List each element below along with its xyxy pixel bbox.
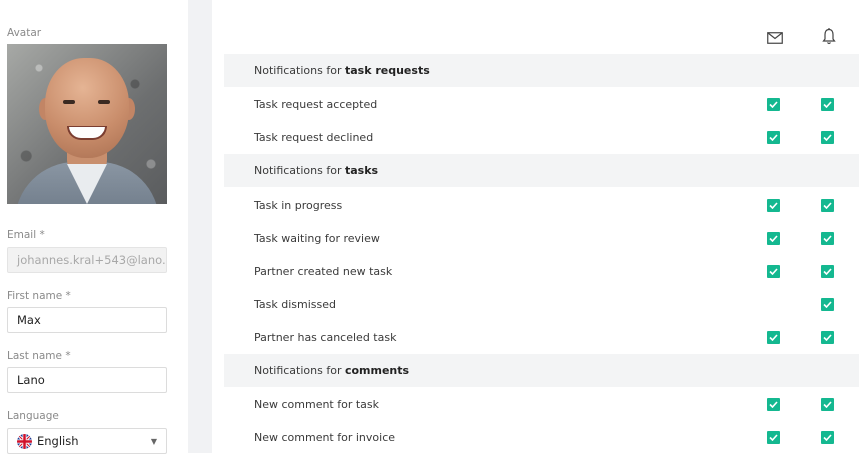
first-name-label: First name *	[7, 290, 71, 302]
email-checkbox[interactable]	[767, 232, 780, 245]
email-checkbox[interactable]	[767, 265, 780, 278]
last-name-field[interactable]: Lano	[7, 367, 167, 393]
notification-label: Task dismissed	[254, 298, 336, 311]
notification-row: Partner has canceled task	[224, 321, 859, 354]
email-label: Email *	[7, 229, 45, 241]
section-title-topic: comments	[344, 364, 410, 377]
push-checkbox[interactable]	[821, 298, 834, 311]
section-title-prefix: Notifications for	[254, 64, 345, 77]
notification-label: Task request accepted	[254, 98, 378, 111]
notification-row: New comment for invoice	[224, 421, 859, 454]
notification-label: Partner created new task	[254, 265, 393, 278]
email-checkbox[interactable]	[767, 98, 780, 111]
uk-flag-icon	[17, 433, 32, 449]
section-title: Notifications for tasks	[254, 164, 378, 177]
notification-row: Task dismissed	[224, 288, 859, 321]
channel-header	[212, 28, 859, 48]
push-checkbox[interactable]	[821, 232, 834, 245]
notification-settings: Notifications for task requests Task requ…	[212, 0, 859, 453]
email-checkbox[interactable]	[767, 331, 780, 344]
language-label: Language	[7, 410, 59, 422]
notification-label: Task request declined	[254, 131, 374, 144]
push-checkbox[interactable]	[821, 98, 834, 111]
notification-label: Task in progress	[254, 199, 343, 212]
avatar-label: Avatar	[7, 27, 42, 39]
panel-divider	[188, 0, 212, 453]
notification-row: Task in progress	[224, 189, 859, 222]
email-checkbox[interactable]	[767, 131, 780, 144]
profile-sidebar: Avatar Email * johannes.kral+543@lano.io…	[0, 0, 188, 454]
email-field: johannes.kral+543@lano.io	[7, 247, 167, 273]
push-checkbox[interactable]	[821, 265, 834, 278]
section-title-topic: tasks	[344, 164, 379, 177]
notification-label: New comment for task	[254, 398, 380, 411]
notification-label: New comment for invoice	[254, 431, 396, 444]
bell-icon	[822, 28, 836, 45]
section-header: Notifications for comments	[224, 354, 859, 387]
notification-row: New comment for task	[224, 388, 859, 421]
push-checkbox[interactable]	[821, 398, 834, 411]
section-title-prefix: Notifications for	[254, 364, 345, 377]
push-checkbox[interactable]	[821, 131, 834, 144]
email-checkbox[interactable]	[767, 199, 780, 212]
push-checkbox[interactable]	[821, 199, 834, 212]
notification-row: Task request accepted	[224, 88, 859, 121]
section-title: Notifications for comments	[254, 364, 409, 377]
first-name-field[interactable]: Max	[7, 307, 167, 333]
email-checkbox[interactable]	[767, 431, 780, 444]
chevron-down-icon: ▼	[150, 436, 157, 446]
push-checkbox[interactable]	[821, 431, 834, 444]
notification-row: Task waiting for review	[224, 222, 859, 255]
email-checkbox[interactable]	[767, 398, 780, 411]
last-name-label: Last name *	[7, 350, 71, 362]
avatar[interactable]	[7, 44, 167, 204]
envelope-icon	[767, 32, 783, 44]
notification-row: Partner created new task	[224, 255, 859, 288]
section-title-prefix: Notifications for	[254, 164, 345, 177]
language-value: English	[37, 434, 79, 448]
section-title-topic: task requests	[344, 64, 430, 77]
notification-label: Partner has canceled task	[254, 331, 397, 344]
notification-label: Task waiting for review	[254, 232, 380, 245]
section-header: Notifications for task requests	[224, 54, 859, 87]
section-header: Notifications for tasks	[224, 154, 859, 187]
section-title: Notifications for task requests	[254, 64, 430, 77]
language-select[interactable]: English ▼	[7, 428, 167, 454]
notification-row: Task request declined	[224, 121, 859, 154]
push-checkbox[interactable]	[821, 331, 834, 344]
